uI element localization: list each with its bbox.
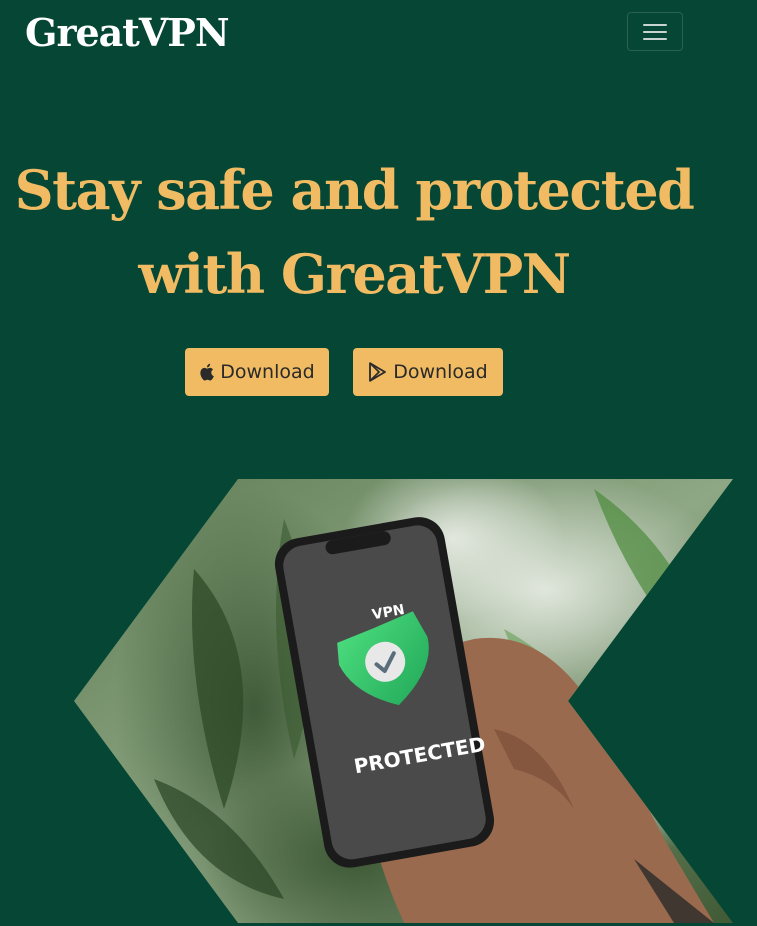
download-ios-label: Download [220,361,315,383]
brand-logo[interactable]: GreatVPN [25,10,230,56]
hero-headline-line-2: with GreatVPN [138,242,571,306]
download-android-label: Download [393,361,488,383]
hero-headline-line-1: Stay safe and protected [14,158,695,222]
download-android-button[interactable]: Download [353,348,503,396]
google-play-icon [369,362,387,382]
navbar-toggler-button[interactable] [627,12,683,51]
download-ios-button[interactable]: Download [185,348,329,396]
page: GreatVPN Stay safe and protected with Gr… [0,0,757,926]
hero-image: VPN PROTECTED [74,479,733,923]
hamburger-menu-icon [643,23,667,40]
apple-icon [200,363,215,381]
hero-headline: Stay safe and protected with GreatVPN [0,148,708,316]
